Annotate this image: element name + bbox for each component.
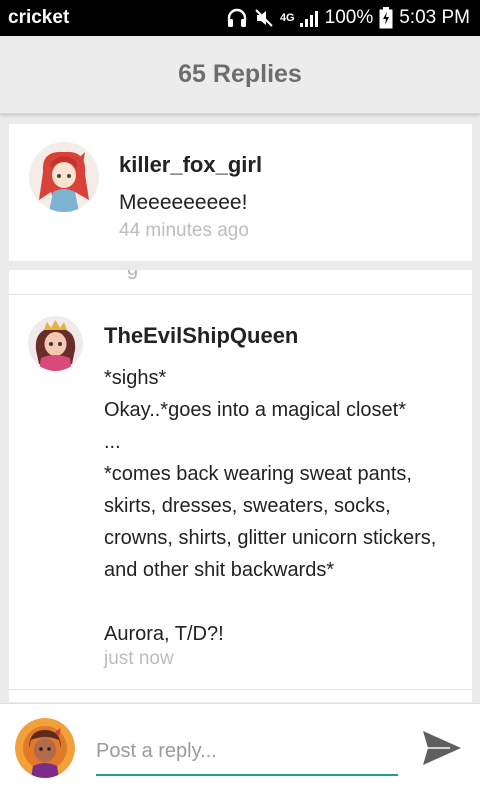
message-line [104, 586, 436, 618]
timestamp: 44 minutes ago [119, 220, 249, 241]
mute-icon [254, 8, 274, 28]
carrier-name: cricket [8, 7, 70, 28]
network-type: 4G [279, 12, 295, 24]
reply-composer [0, 703, 480, 792]
message-line: Okay..*goes into a magical closet* [104, 399, 407, 421]
message-line: crowns, shirts, glitter unicorn stickers… [104, 527, 437, 549]
message-line: ... [104, 431, 121, 453]
signal-icon [299, 8, 319, 28]
send-button[interactable] [418, 726, 466, 770]
message-line: skirts, dresses, sweaters, socks, [104, 495, 391, 517]
thread-message: *sighs* Okay..*goes into a magical close… [104, 362, 436, 650]
message-line: *sighs* [104, 367, 167, 389]
status-icons: 4G 100% 5:03 PM [226, 7, 470, 29]
divider [9, 689, 472, 690]
divider [9, 294, 472, 295]
page-title: 65 Replies [178, 60, 302, 88]
battery-percent: 100% [324, 7, 374, 28]
message-line: Aurora, T/D?! [104, 623, 224, 645]
reply-input[interactable] [96, 728, 398, 776]
avatar[interactable] [29, 142, 99, 212]
headphones-icon [226, 8, 248, 28]
avatar[interactable] [15, 718, 75, 778]
thread-card[interactable]: g TheEvilShipQueen *sighs* Okay..*goes i… [9, 270, 472, 702]
battery-icon [379, 7, 393, 29]
send-icon[interactable] [420, 728, 464, 768]
status-bar: cricket 4G 100% 5:03 PM [0, 0, 480, 36]
clock: 5:03 PM [399, 7, 470, 28]
header-bar: 65 Replies [0, 36, 480, 114]
message-line: and other shit backwards* [104, 559, 335, 581]
timestamp: just now [104, 648, 174, 669]
message-line: *comes back wearing sweat pants, [104, 463, 412, 485]
avatar[interactable] [28, 316, 83, 371]
clipped-previous-text: g [127, 270, 138, 281]
reply-message: Meeeeeeeee! [119, 191, 248, 214]
reply-card[interactable]: killer_fox_girl Meeeeeeeee! 44 minutes a… [9, 124, 472, 261]
username[interactable]: TheEvilShipQueen [104, 323, 298, 349]
username[interactable]: killer_fox_girl [119, 152, 262, 178]
